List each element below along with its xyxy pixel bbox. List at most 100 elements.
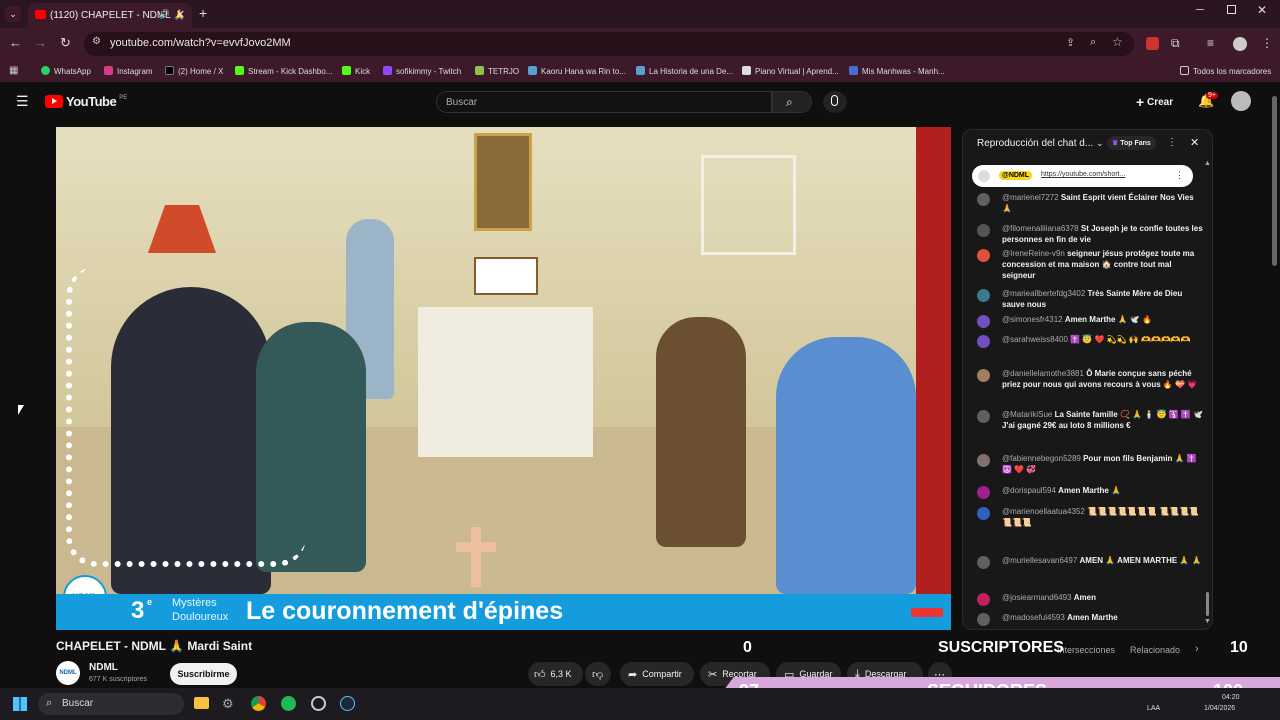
subscribers-goal-overlay: 0 SUSCRIPTORES 10 <box>720 638 1260 660</box>
clock-date: 1/04/2026 <box>1204 705 1236 712</box>
tetrio-icon <box>475 66 484 75</box>
chat-scroll-up-icon[interactable]: ▲ <box>1204 160 1211 167</box>
browser-menu-icon[interactable]: ⋮ <box>1261 36 1273 50</box>
apps-grid-icon[interactable]: ▦ <box>9 65 18 76</box>
reload-icon[interactable]: ↻ <box>60 35 71 51</box>
profile-avatar[interactable] <box>1233 37 1247 51</box>
chat-username: @simonesfr4312 <box>1002 315 1063 324</box>
bookmark-kaoru[interactable]: Kaoru Hana wa Rin to... <box>528 66 626 76</box>
bookmark-label: Kick <box>355 67 371 76</box>
close-tab-icon[interactable]: ✕ <box>176 8 185 21</box>
bookmark-whatsapp[interactable]: WhatsApp <box>41 66 91 76</box>
chat-message: @muriellesavan6497 AMEN 🙏 AMEN MARTHE 🙏 … <box>977 555 1203 569</box>
extensions-puzzle-icon[interactable]: ⧉ <box>1171 36 1180 51</box>
share-button[interactable]: ➦ Compartir <box>620 662 694 686</box>
tab-search-button[interactable]: ⌄ <box>5 6 21 22</box>
chat-message: @dorispaul594 Amen Marthe 🙏 <box>977 485 1203 499</box>
obs-icon[interactable] <box>311 696 326 711</box>
share-label: Compartir <box>642 669 682 679</box>
bookmark-tetrio[interactable]: TETRJO <box>475 66 519 76</box>
mouse-cursor-icon <box>18 405 24 415</box>
bookmarks-bar: ▦ WhatsApp Instagram (2) Home / X Stream… <box>0 60 1280 82</box>
like-count: 6,3 K <box>550 669 572 679</box>
restore-button[interactable] <box>1227 5 1236 14</box>
like-button[interactable]: 👍︎ 6,3 K <box>528 662 583 686</box>
bookmark-historia[interactable]: La Historia de una De... <box>636 66 733 76</box>
search-placeholder: Buscar <box>446 97 478 108</box>
bookmark-label: Kaoru Hana wa Rin to... <box>541 67 626 76</box>
settings-icon[interactable]: ⚙ <box>222 696 234 712</box>
chat-scrollbar-thumb[interactable] <box>1206 592 1209 616</box>
chat-menu-icon[interactable]: ⋮ <box>1167 137 1177 148</box>
bookmark-kick[interactable]: Kick <box>342 66 370 76</box>
pinned-link[interactable]: https://youtube.com/short... <box>1041 171 1125 178</box>
youtube-watermark-icon <box>911 608 943 617</box>
search-button[interactable]: ⌕ <box>772 91 812 113</box>
bookmark-twitch[interactable]: sofikimmy - Twitch <box>383 66 461 76</box>
extension-icon[interactable] <box>1146 37 1159 50</box>
spotify-icon[interactable] <box>281 696 296 711</box>
back-icon[interactable]: ← <box>9 35 22 50</box>
top-fans-badge[interactable]: ♛ Top Fans <box>1107 136 1156 150</box>
zoom-icon[interactable]: ⌕ <box>1090 36 1096 49</box>
pinned-message[interactable]: @NDML https://youtube.com/short... ⋮ <box>972 165 1193 187</box>
mystery-number-suffix: e <box>147 597 153 607</box>
mystery-title: Le couronnement d'épines <box>246 597 564 625</box>
bookmark-manhwas[interactable]: Mis Manhwas - Manh... <box>849 66 945 76</box>
windows-start-icon[interactable] <box>13 697 27 711</box>
video-player[interactable]: NDML 3 e Mystères Douloureux Le couronne… <box>56 127 951 630</box>
file-explorer-icon[interactable] <box>194 697 209 709</box>
media-icon[interactable]: ≡ <box>1207 36 1214 50</box>
steam-icon[interactable] <box>340 696 355 711</box>
man-kneeling-right <box>776 337 916 594</box>
close-window-button[interactable]: ✕ <box>1257 3 1267 17</box>
live-chat-panel: Reproducción del chat d... ⌄ ♛ Top Fans … <box>962 129 1213 630</box>
site-info-icon[interactable]: ⚙ <box>92 36 101 47</box>
channel-avatar-text: NDML <box>59 670 77 676</box>
chrome-icon[interactable] <box>251 696 266 711</box>
bookmark-kick-dashboard[interactable]: Stream - Kick Dashbo... <box>235 66 332 76</box>
dislike-button[interactable]: 👎︎ <box>585 662 611 686</box>
install-icon[interactable]: ⇪ <box>1066 36 1075 49</box>
address-bar[interactable]: ⚙ youtube.com/watch?v=evvfJovo2MM ⇪ ⌕ ☆ <box>84 32 1134 56</box>
language-indicator[interactable]: LAA <box>1147 705 1160 712</box>
youtube-logo[interactable]: YouTube PE <box>45 94 127 109</box>
chat-message: @daniellelamothe3881 Ô Marie conçue sans… <box>977 368 1203 390</box>
ndml-avatar <box>978 170 990 182</box>
create-button[interactable]: + Crear <box>1136 94 1173 110</box>
account-avatar[interactable] <box>1231 91 1251 111</box>
speaker-icon[interactable]: 🔊 <box>159 9 170 20</box>
page-scrollbar[interactable] <box>1272 96 1277 266</box>
top-fans-label: Top Fans <box>1120 140 1151 147</box>
new-tab-button[interactable]: + <box>199 5 207 21</box>
subscriber-count: 677 K suscriptores <box>89 676 147 683</box>
chat-username: @MatarikiSue <box>1002 410 1053 419</box>
chat-header-title[interactable]: Reproducción del chat d... <box>977 138 1093 149</box>
chat-text: Amen <box>1073 593 1096 602</box>
chat-scroll-down-icon[interactable]: ▼ <box>1204 618 1211 625</box>
bookmark-piano[interactable]: Piano Virtual | Aprend... <box>742 66 839 76</box>
microphone-icon[interactable] <box>823 91 847 113</box>
channel-name[interactable]: NDML <box>89 662 118 673</box>
forward-icon[interactable]: → <box>34 35 47 50</box>
channel-avatar[interactable]: NDML <box>56 661 80 685</box>
all-bookmarks[interactable]: Todos los marcadores <box>1180 66 1271 76</box>
browser-tab[interactable]: (1120) CHAPELET - NDML 🙏 🔊 ✕ <box>28 3 192 28</box>
bookmark-label: WhatsApp <box>54 67 91 76</box>
search-input[interactable]: Buscar <box>436 91 772 113</box>
piano-icon <box>742 66 751 75</box>
chevron-down-icon[interactable]: ⌄ <box>1096 138 1104 149</box>
chat-message: @marienel7272 Saint Esprit vient Éclaire… <box>977 192 1203 214</box>
bookmark-star-icon[interactable]: ☆ <box>1112 35 1123 49</box>
minimize-button[interactable]: ─ <box>1196 4 1204 16</box>
pinned-menu-icon[interactable]: ⋮ <box>1175 170 1184 181</box>
bookmark-x[interactable]: (2) Home / X <box>165 66 223 76</box>
bookmark-instagram[interactable]: Instagram <box>104 66 153 76</box>
sub-goal-current: 0 <box>743 639 752 656</box>
close-chat-icon[interactable]: ✕ <box>1190 136 1199 149</box>
taskbar-search[interactable]: ⌕ Buscar <box>38 693 184 715</box>
hamburger-menu-icon[interactable]: ☰ <box>16 93 29 110</box>
subscribe-button[interactable]: Suscribirme <box>170 663 237 685</box>
youtube-play-icon <box>45 95 63 108</box>
bookmark-label: (2) Home / X <box>178 67 224 76</box>
